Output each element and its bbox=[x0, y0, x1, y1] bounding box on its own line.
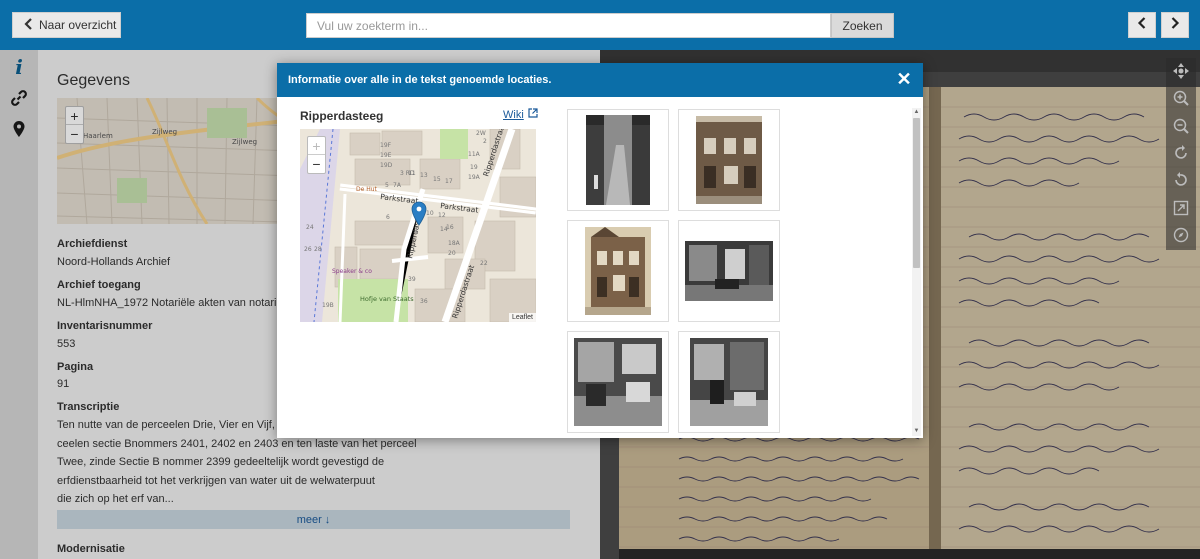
previous-page-button[interactable] bbox=[1128, 12, 1156, 38]
house-number: 19A bbox=[468, 174, 481, 181]
house-number: 10 bbox=[426, 210, 434, 217]
search-placeholder: Vul uw zoekterm in... bbox=[317, 18, 428, 33]
house-number: 17 bbox=[445, 178, 453, 185]
house-number: 24 bbox=[306, 224, 314, 231]
house-number: 5 bbox=[385, 182, 389, 189]
scroll-up-icon[interactable]: ▲ bbox=[912, 108, 921, 117]
back-button-label: Naar overzicht bbox=[39, 18, 117, 32]
house-number: 13 bbox=[420, 172, 428, 179]
chevron-right-icon bbox=[1170, 16, 1180, 34]
close-icon[interactable]: ✕ bbox=[896, 70, 912, 88]
chevron-left-icon bbox=[23, 17, 33, 33]
location-photo[interactable] bbox=[567, 331, 669, 433]
search-button[interactable]: Zoeken bbox=[831, 13, 894, 38]
locations-modal: Informatie over alle in de tekst genoemd… bbox=[277, 63, 923, 438]
wiki-link[interactable]: Wiki bbox=[503, 108, 538, 121]
house-number: 18A bbox=[448, 240, 461, 247]
house-number: 19F bbox=[380, 142, 392, 149]
top-bar: Naar overzicht Vul uw zoekterm in... Zoe… bbox=[0, 0, 1200, 50]
location-photo[interactable] bbox=[678, 109, 780, 211]
house-number: 19 bbox=[470, 164, 478, 171]
scrollbar-thumb[interactable] bbox=[913, 118, 920, 268]
house-number: 2W bbox=[476, 130, 486, 137]
house-number: 8 bbox=[414, 228, 418, 235]
house-number: 11 bbox=[408, 170, 416, 177]
house-number: 26 bbox=[304, 246, 312, 253]
house-number: 15 bbox=[433, 176, 441, 183]
external-link-icon bbox=[528, 108, 538, 121]
house-number: 12 bbox=[438, 212, 446, 219]
chevron-left-icon bbox=[1137, 16, 1147, 34]
house-number: 2 bbox=[483, 138, 487, 145]
location-name: Ripperdasteeg bbox=[300, 109, 384, 123]
zoom-in-button[interactable]: + bbox=[308, 137, 325, 155]
map-poi-label: De Hut bbox=[356, 186, 378, 193]
house-number: 16 bbox=[446, 224, 454, 231]
house-number: 19B bbox=[322, 302, 334, 309]
modal-title: Informatie over alle in de tekst genoemd… bbox=[288, 74, 552, 86]
scroll-down-icon[interactable]: ▼ bbox=[912, 427, 921, 436]
location-map-zoom: + − bbox=[307, 136, 326, 174]
house-number: 19E bbox=[380, 152, 392, 159]
map-park-label: Hofje van Staats bbox=[360, 295, 414, 303]
house-number: 7A bbox=[393, 182, 402, 189]
next-page-button[interactable] bbox=[1161, 12, 1189, 38]
location-photo[interactable] bbox=[678, 331, 780, 433]
house-number: 28 bbox=[314, 246, 322, 253]
location-map[interactable]: Parkstraat Parkstraat Ripperdasteeg Ripp… bbox=[300, 129, 536, 322]
house-number: 11A bbox=[468, 151, 481, 158]
map-poi-label: Speaker & co bbox=[332, 268, 372, 275]
house-number: 6 bbox=[386, 214, 390, 221]
location-photo[interactable] bbox=[678, 220, 780, 322]
search-input[interactable]: Vul uw zoekterm in... bbox=[306, 13, 831, 38]
house-number: 39 bbox=[408, 276, 416, 283]
zoom-out-button[interactable]: − bbox=[308, 155, 325, 173]
modal-scrollbar[interactable]: ▲ ▼ bbox=[912, 108, 921, 436]
wiki-link-label: Wiki bbox=[503, 108, 524, 121]
house-number: 20 bbox=[448, 250, 456, 257]
house-number: 19D bbox=[380, 162, 393, 169]
house-number: 36 bbox=[420, 298, 428, 305]
modal-header: Informatie over alle in de tekst genoemd… bbox=[277, 63, 923, 97]
back-to-overview-button[interactable]: Naar overzicht bbox=[12, 12, 121, 38]
location-photo[interactable] bbox=[567, 220, 669, 322]
location-photo[interactable] bbox=[567, 109, 669, 211]
leaflet-attribution[interactable]: Leaflet bbox=[508, 313, 536, 322]
house-number: 22 bbox=[480, 260, 488, 267]
